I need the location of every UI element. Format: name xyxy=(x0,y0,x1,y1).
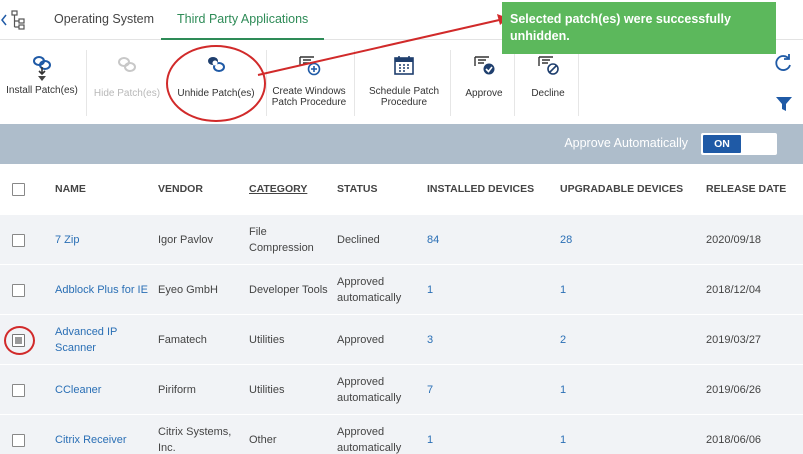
install-patches-button[interactable]: Install Patch(es) xyxy=(0,40,84,124)
create-procedure-label-line2: Patch Procedure xyxy=(271,97,347,108)
cell-release-date: 2018/12/04 xyxy=(706,283,762,296)
install-patch-icon xyxy=(33,56,51,76)
column-header-installed-devices[interactable]: INSTALLED DEVICES xyxy=(427,183,534,195)
filter-icon[interactable] xyxy=(775,96,793,112)
cell-installed-devices[interactable]: 3 xyxy=(427,332,467,348)
decline-icon xyxy=(538,56,559,75)
row-checkbox[interactable] xyxy=(12,234,25,247)
row-checkbox[interactable] xyxy=(12,384,25,397)
schedule-procedure-label-line1: Schedule Patch xyxy=(368,86,440,97)
table-row[interactable]: Advanced IP Scanner Famatech Utilities Appr… xyxy=(0,314,803,364)
column-header-release-date[interactable]: RELEASE DATE xyxy=(706,183,786,195)
cell-vendor: Famatech xyxy=(158,333,207,346)
cell-upgradable-devices[interactable]: 28 xyxy=(560,232,600,248)
cell-category: Utilities xyxy=(249,333,285,346)
column-header-vendor[interactable]: VENDOR xyxy=(158,183,203,195)
cell-upgradable-devices[interactable]: 1 xyxy=(560,282,600,298)
create-procedure-icon xyxy=(299,56,321,76)
refresh-icon[interactable] xyxy=(772,52,794,74)
toolbar-divider xyxy=(514,50,515,116)
cell-vendor: Eyeo GmbH xyxy=(158,283,218,296)
cell-category: Other xyxy=(249,433,277,446)
cell-installed-devices[interactable]: 1 xyxy=(427,282,467,298)
table-row[interactable]: 7 Zip Igor Pavlov File Compression Declined… xyxy=(0,214,803,264)
toolbar-divider xyxy=(354,50,355,116)
table-row[interactable]: CCleaner Piriform Utilities Approved automa… xyxy=(0,364,803,414)
cell-vendor: Igor Pavlov xyxy=(158,233,214,246)
create-windows-patch-procedure-button[interactable]: Create Windows Patch Procedure xyxy=(268,40,350,124)
column-header-category[interactable]: CATEGORY xyxy=(249,183,307,195)
annotation-circle-unhide xyxy=(166,45,266,122)
cell-installed-devices[interactable]: 1 xyxy=(427,432,467,448)
toolbar-divider xyxy=(578,50,579,116)
table-row[interactable]: Adblock Plus for IE Eyeo GmbH Developer To… xyxy=(0,264,803,314)
cell-name[interactable]: CCleaner xyxy=(55,382,150,398)
cell-category: Utilities xyxy=(249,383,285,396)
cell-status: Approved automatically xyxy=(337,275,402,304)
toolbar-divider xyxy=(86,50,87,116)
select-all-checkbox[interactable] xyxy=(12,183,25,196)
cell-status: Approved automatically xyxy=(337,375,402,404)
install-patches-label: Install Patch(es) xyxy=(6,85,78,96)
tab-third-party-applications[interactable]: Third Party Applications xyxy=(161,0,325,40)
cell-release-date: 2020/09/18 xyxy=(706,233,762,246)
row-checkbox[interactable] xyxy=(12,434,25,447)
cell-vendor: Piriform xyxy=(158,383,196,396)
decline-label: Decline xyxy=(531,88,565,99)
cell-vendor: Citrix Systems, Inc. xyxy=(158,425,232,454)
annotation-circle-checkbox xyxy=(4,326,35,355)
cell-name[interactable]: Citrix Receiver xyxy=(55,432,150,448)
toggle-on-label: ON xyxy=(703,135,741,153)
approve-icon xyxy=(474,56,495,75)
schedule-patch-procedure-button[interactable]: Schedule Patch Procedure xyxy=(362,40,446,124)
approve-automatically-label: Approve Automatically xyxy=(564,136,688,150)
cell-name[interactable]: Advanced IP Scanner xyxy=(55,324,150,356)
cell-release-date: 2019/06/26 xyxy=(706,383,762,396)
approve-label: Approve xyxy=(465,88,503,99)
toolbar-divider xyxy=(450,50,451,116)
approve-automatically-bar: Approve Automatically ON xyxy=(0,124,803,164)
back-tree-icon[interactable] xyxy=(0,8,28,32)
cell-name[interactable]: 7 Zip xyxy=(55,232,150,248)
cell-category: Developer Tools xyxy=(249,283,328,296)
hide-patches-button[interactable]: Hide Patch(es) xyxy=(88,40,166,124)
cell-release-date: 2019/03/27 xyxy=(706,333,762,346)
approve-automatically-toggle[interactable]: ON xyxy=(701,133,777,155)
cell-upgradable-devices[interactable]: 1 xyxy=(560,382,600,398)
cell-upgradable-devices[interactable]: 2 xyxy=(560,332,600,348)
table-row[interactable]: Citrix Receiver Citrix Systems, Inc. Other… xyxy=(0,414,803,454)
schedule-procedure-label-line2: Procedure xyxy=(380,97,428,108)
table-header: NAME VENDOR CATEGORY STATUS INSTALLED DE… xyxy=(0,164,803,214)
create-procedure-label-line1: Create Windows xyxy=(272,86,346,97)
cell-installed-devices[interactable]: 84 xyxy=(427,232,467,248)
hide-patch-icon xyxy=(118,57,136,72)
hide-patches-label: Hide Patch(es) xyxy=(93,88,161,99)
column-header-name[interactable]: NAME xyxy=(55,183,86,195)
cell-status: Declined xyxy=(337,233,380,246)
cell-upgradable-devices[interactable]: 1 xyxy=(560,432,600,448)
toolbar-divider xyxy=(266,50,267,116)
cell-release-date: 2018/06/06 xyxy=(706,433,762,446)
tab-operating-system[interactable]: Operating System xyxy=(38,0,170,40)
calendar-icon xyxy=(394,56,414,75)
cell-installed-devices[interactable]: 7 xyxy=(427,382,467,398)
column-header-status[interactable]: STATUS xyxy=(337,183,377,195)
chevron-down-icon xyxy=(38,76,46,81)
row-checkbox[interactable] xyxy=(12,284,25,297)
cell-category: File Compression xyxy=(249,225,314,254)
column-header-upgradable-devices[interactable]: UPGRADABLE DEVICES xyxy=(560,183,683,195)
cell-status: Approved automatically xyxy=(337,425,402,454)
success-toast: Selected patch(es) were successfully unh… xyxy=(502,2,776,54)
cell-status: Approved xyxy=(337,333,385,346)
cell-name[interactable]: Adblock Plus for IE xyxy=(55,282,150,298)
